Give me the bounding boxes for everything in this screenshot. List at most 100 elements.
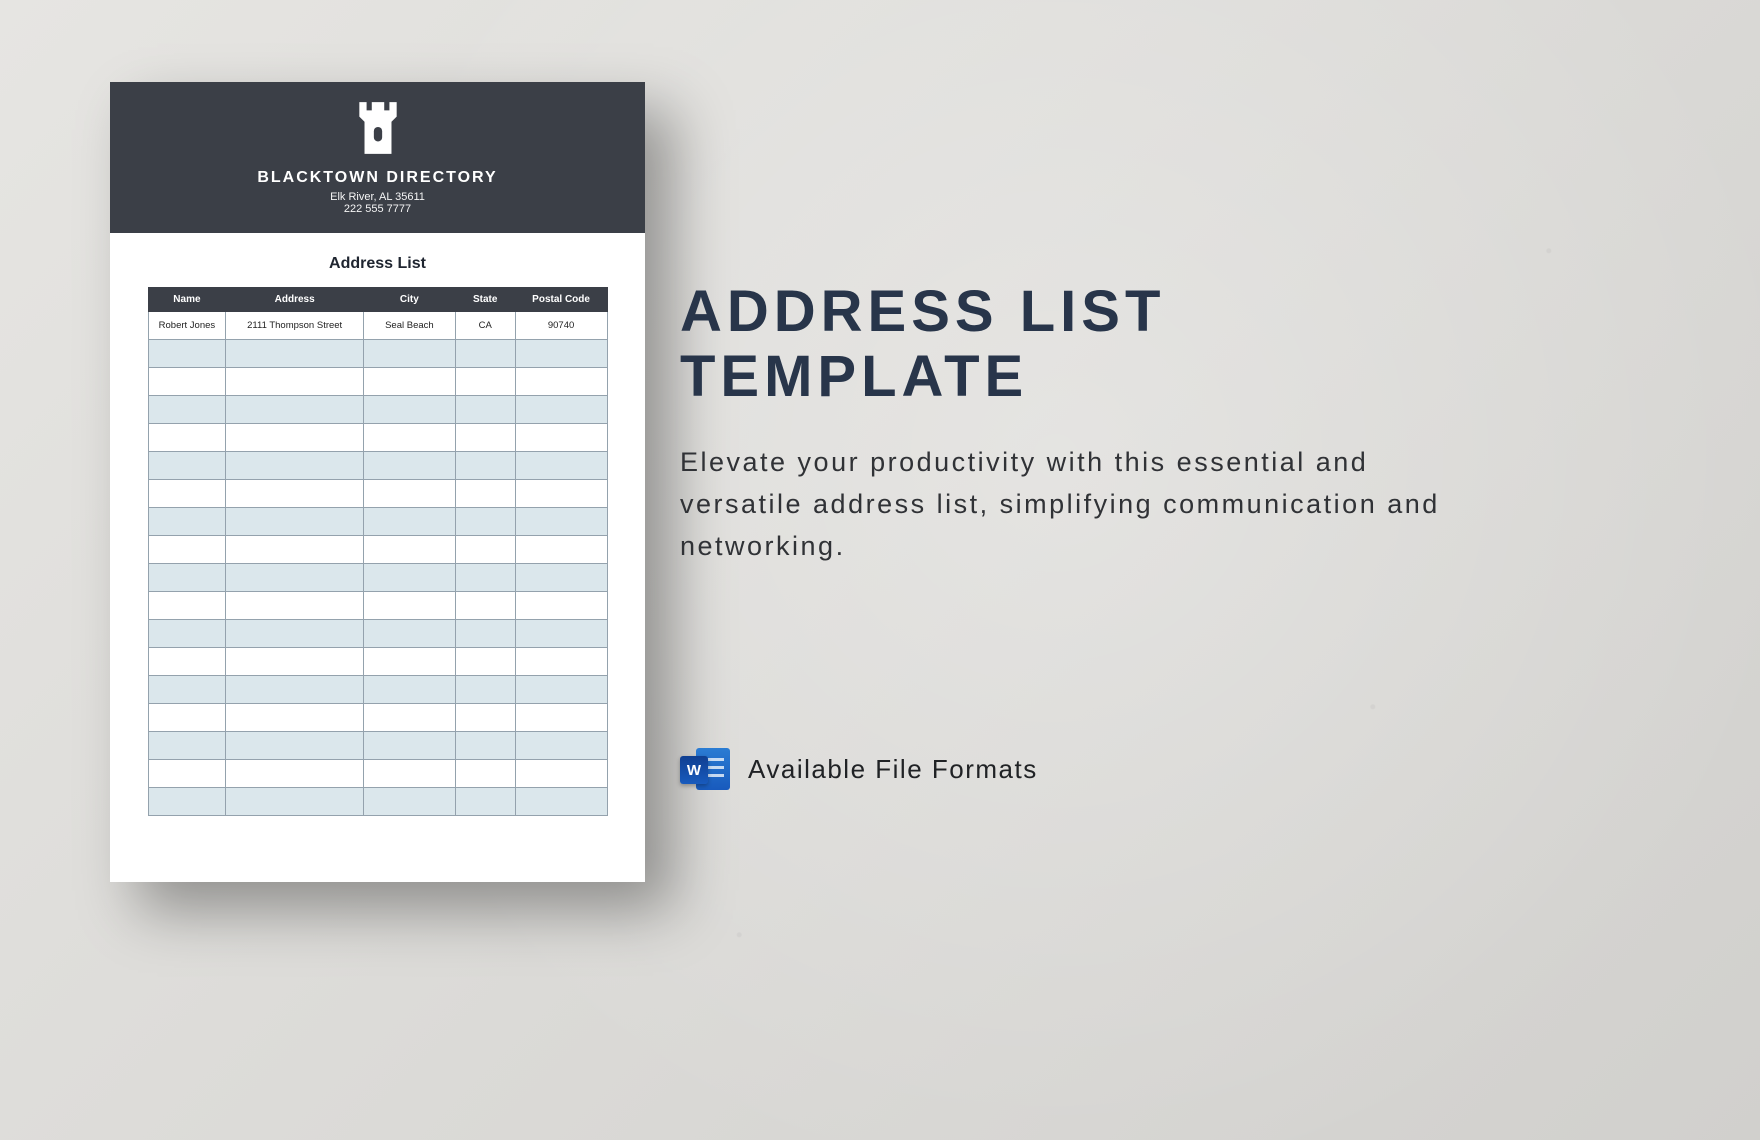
- cell-empty: [364, 704, 456, 732]
- cell-empty: [455, 592, 515, 620]
- document-header: BLACKTOWN DIRECTORY Elk River, AL 35611 …: [110, 82, 645, 233]
- cell-empty: [148, 536, 226, 564]
- table-row: [148, 564, 607, 592]
- table-row: [148, 396, 607, 424]
- cell-empty: [364, 760, 456, 788]
- cell-empty: [226, 592, 364, 620]
- table-row: [148, 368, 607, 396]
- table-row: [148, 760, 607, 788]
- table-row: [148, 480, 607, 508]
- cell-empty: [148, 396, 226, 424]
- cell-empty: [364, 452, 456, 480]
- cell-empty: [148, 676, 226, 704]
- cell-empty: [515, 760, 607, 788]
- cell-empty: [364, 732, 456, 760]
- cell-empty: [364, 788, 456, 816]
- cell-empty: [515, 480, 607, 508]
- cell-empty: [515, 620, 607, 648]
- table-row: [148, 732, 607, 760]
- cell-empty: [515, 732, 607, 760]
- col-header-state: State: [455, 288, 515, 312]
- cell-empty: [455, 648, 515, 676]
- cell-empty: [364, 368, 456, 396]
- cell-empty: [515, 676, 607, 704]
- document-page: BLACKTOWN DIRECTORY Elk River, AL 35611 …: [110, 82, 645, 882]
- cell-empty: [148, 788, 226, 816]
- document-preview: BLACKTOWN DIRECTORY Elk River, AL 35611 …: [110, 82, 645, 882]
- cell-empty: [455, 396, 515, 424]
- cell-empty: [455, 676, 515, 704]
- cell-empty: [226, 424, 364, 452]
- cell-empty: [226, 676, 364, 704]
- cell-empty: [455, 620, 515, 648]
- cell-empty: [364, 340, 456, 368]
- address-table: Name Address City State Postal Code Robe…: [148, 287, 608, 816]
- cell-empty: [148, 480, 226, 508]
- cell-empty: [226, 340, 364, 368]
- cell-empty: [148, 452, 226, 480]
- cell-empty: [455, 424, 515, 452]
- cell-empty: [515, 648, 607, 676]
- cell-empty: [364, 508, 456, 536]
- cell-empty: [148, 340, 226, 368]
- cell-city: Seal Beach: [364, 312, 456, 340]
- cell-empty: [515, 396, 607, 424]
- table-row: [148, 536, 607, 564]
- title-line-1: ADDRESS LIST: [680, 280, 1580, 345]
- table-row: [148, 788, 607, 816]
- col-header-city: City: [364, 288, 456, 312]
- cell-empty: [226, 732, 364, 760]
- cell-empty: [364, 564, 456, 592]
- cell-empty: [515, 536, 607, 564]
- cell-empty: [455, 564, 515, 592]
- cell-empty: [364, 424, 456, 452]
- company-phone: 222 555 7777: [120, 203, 635, 215]
- cell-empty: [515, 508, 607, 536]
- cell-empty: [515, 368, 607, 396]
- cell-empty: [364, 592, 456, 620]
- cell-empty: [148, 704, 226, 732]
- col-header-postal: Postal Code: [515, 288, 607, 312]
- cell-empty: [148, 592, 226, 620]
- table-body: Robert Jones2111 Thompson StreetSeal Bea…: [148, 312, 607, 816]
- table-row: [148, 452, 607, 480]
- document-title: Address List: [110, 255, 645, 273]
- cell-empty: [515, 340, 607, 368]
- cell-empty: [148, 424, 226, 452]
- cell-address: 2111 Thompson Street: [226, 312, 364, 340]
- col-header-address: Address: [226, 288, 364, 312]
- cell-empty: [148, 368, 226, 396]
- cell-empty: [455, 760, 515, 788]
- cell-empty: [226, 452, 364, 480]
- cell-empty: [364, 536, 456, 564]
- cell-empty: [226, 396, 364, 424]
- cell-empty: [455, 452, 515, 480]
- cell-empty: [226, 508, 364, 536]
- cell-empty: [226, 648, 364, 676]
- cell-empty: [455, 368, 515, 396]
- cell-empty: [455, 508, 515, 536]
- cell-state: CA: [455, 312, 515, 340]
- cell-empty: [226, 704, 364, 732]
- cell-empty: [226, 536, 364, 564]
- cell-empty: [455, 704, 515, 732]
- company-name: BLACKTOWN DIRECTORY: [120, 169, 635, 187]
- cell-empty: [148, 648, 226, 676]
- cell-empty: [148, 620, 226, 648]
- cell-empty: [148, 760, 226, 788]
- cell-empty: [455, 480, 515, 508]
- table-row: Robert Jones2111 Thompson StreetSeal Bea…: [148, 312, 607, 340]
- table-row: [148, 592, 607, 620]
- cell-empty: [515, 564, 607, 592]
- table-row: [148, 648, 607, 676]
- table-header-row: Name Address City State Postal Code: [148, 288, 607, 312]
- cell-empty: [226, 760, 364, 788]
- word-icon-badge: W: [680, 756, 708, 784]
- marketing-description: Elevate your productivity with this esse…: [680, 442, 1480, 568]
- cell-postal: 90740: [515, 312, 607, 340]
- cell-empty: [226, 564, 364, 592]
- cell-empty: [364, 676, 456, 704]
- table-row: [148, 340, 607, 368]
- cell-name: Robert Jones: [148, 312, 226, 340]
- file-formats-label: Available File Formats: [748, 754, 1038, 785]
